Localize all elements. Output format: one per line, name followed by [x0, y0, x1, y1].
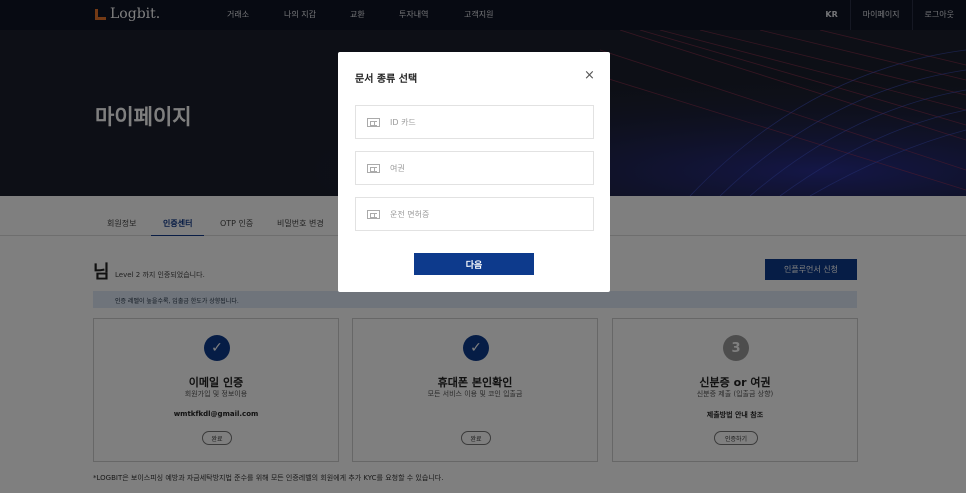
option-label: 운전 면허증 — [390, 209, 430, 219]
id-card-icon — [367, 209, 380, 219]
id-card-icon — [367, 117, 380, 127]
option-passport[interactable]: 여권 — [355, 151, 594, 185]
option-drivers-license[interactable]: 운전 면허증 — [355, 197, 594, 231]
option-label: 여권 — [390, 163, 405, 173]
modal-title: 문서 종류 선택 — [355, 74, 418, 85]
close-icon[interactable]: × — [584, 69, 595, 82]
id-card-icon — [367, 163, 380, 173]
next-button[interactable]: 다음 — [414, 253, 534, 275]
option-label: ID 카드 — [390, 117, 416, 127]
document-type-modal: 문서 종류 선택 × ID 카드 여권 운전 면허증 다음 — [338, 52, 610, 292]
option-id-card[interactable]: ID 카드 — [355, 105, 594, 139]
